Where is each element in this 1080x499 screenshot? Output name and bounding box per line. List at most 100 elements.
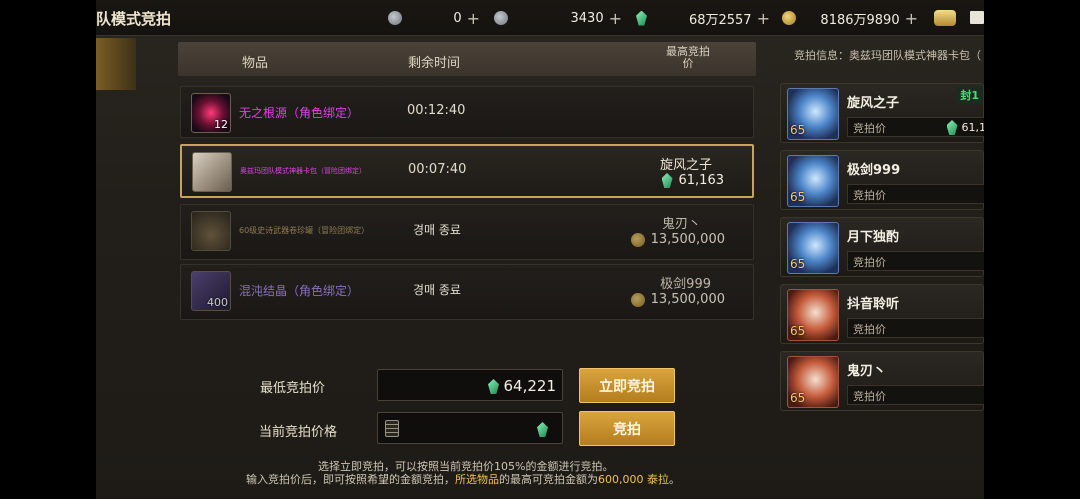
item-name: 60级史诗武器卷珍罐（冒险团绑定） [239,226,370,235]
add-currency-button[interactable]: + [905,9,918,28]
page-title: 队模式竞拍 [96,10,172,28]
avatar: 65 [787,289,839,341]
notice-text: 。 [668,473,680,486]
top-bid-amount: 13,500,000 [630,292,725,307]
notice-line-2: 输入竞拍价后，即可按照希望的金额竞拍，所选物品的最高可竞拍金额为600,000 … [246,471,680,487]
bid-field: 竞拍价 [847,385,984,405]
currency-value: 0 [453,10,462,26]
level-badge: 65 [790,324,806,338]
bid-amount-value: 13,500,000 [650,232,725,247]
notice-text: 输入竞拍价后，即可按照希望的金额竞拍， [246,473,455,486]
level-badge: 65 [790,123,806,137]
bid-field-label: 竞拍价 [853,122,886,135]
time-remaining: 경매 종료 [413,283,461,297]
bidder-name: 月下独酌 [847,230,900,245]
bid-amount-input[interactable] [377,412,563,444]
top-bid-amount: 13,500,000 [630,232,725,247]
top-bidder-name: 鬼刃丶 [661,217,701,232]
auction-row[interactable]: 60级史诗武器卷珍罐（冒险团绑定） 경매 종료 鬼刃丶 13,500,000 [180,204,754,260]
bid-info-title: 竞拍信息：奥兹玛团队模式神器卡包（ [794,49,981,62]
add-currency-button[interactable]: + [467,9,480,28]
bidder-name: 抖音聆听 [847,297,900,312]
bid-field-value: 61,1 [946,120,985,135]
green-gem-icon [636,10,647,26]
add-currency-button[interactable]: + [757,9,770,28]
bidder-card: 65 抖音聆听 竞拍价 [780,284,984,344]
level-badge: 65 [790,257,806,271]
green-gem-icon [537,422,548,437]
green-gem-icon [488,379,499,394]
bid-field: 竞拍价 [847,318,984,338]
bid-amount-value: 13,500,000 [650,292,725,307]
item-quantity: 12 [214,118,228,131]
auction-row-selected[interactable]: 奥兹玛团队模式神器卡包（冒险团绑定） 00:07:40 旋风之子 61,163 [180,144,754,198]
silver-c-coin-icon [494,11,508,25]
gold-coin-icon [782,11,796,25]
auction-list: 物品 剩余时间 最高竞拍 价 12 无之根源（角色绑定） 00:12:40 奥兹… [178,42,756,322]
time-remaining: 00:07:40 [408,162,467,177]
top-bidder-name: 旋风之子 [659,158,712,173]
calculator-icon[interactable] [385,420,399,437]
current-bid-label: 当前竞拍价格 [259,425,338,440]
item-name: 无之根源（角色绑定） [239,106,360,120]
bidder-card: 65 鬼刃丶 竞拍价 [780,351,984,411]
avatar: 65 [787,222,839,274]
avatar: 65 [787,356,839,408]
bid-field-label: 竞拍价 [853,256,886,269]
bid-button[interactable]: 竞拍 [579,411,675,446]
add-currency-button[interactable]: + [609,9,622,28]
auction-row[interactable]: 400 混沌结晶（角色绑定） 경매 종료 极剑999 13,500,000 [180,264,754,320]
min-bid-display: 64,221 [377,369,563,401]
currency-value: 3430 [570,10,604,26]
bid-field: 竞拍价 [847,184,984,204]
currency-silver-1: 0 + [388,8,480,28]
bidder-name: 极剑999 [847,163,901,178]
bidder-card: 65 极剑999 竞拍价 [780,150,984,210]
notice-text: 的最高可竞拍金额为 [499,473,598,486]
currency-value: 68万2557 [688,12,752,28]
avatar: 65 [787,88,839,140]
bidder-card: 65 旋风之子 封1 竞拍价 61,1 [780,83,984,143]
side-tab-accent [96,38,136,90]
green-gem-icon [946,120,958,135]
silver-c-coin-icon [388,11,402,25]
top-bid-amount: 61,163 [661,173,724,188]
min-bid-label: 最低竞拍价 [260,381,326,396]
avatar: 65 [787,155,839,207]
bid-field-label: 竞拍价 [853,390,886,403]
item-icon: 12 [191,93,231,133]
status-badge: 封1 [956,86,983,104]
column-top-bid: 最高竞拍 价 [666,45,710,70]
item-icon [192,152,232,192]
currency-value: 8186万9890 [820,12,900,28]
bid-field-label: 竞拍价 [853,189,886,202]
bid-field: 竞拍价 61,1 [847,117,984,137]
bidder-name: 旋风之子 [847,96,900,111]
item-name: 混沌结晶（角色绑定） [239,284,360,298]
bidder-name: 鬼刃丶 [847,364,887,379]
column-item: 物品 [242,56,269,71]
buyout-button[interactable]: 立即竞拍 [579,368,675,403]
column-time: 剩余时间 [408,56,461,71]
top-bar: 队模式竞拍 0 + 3430 + 68万2557 + 8186万9890 + [96,0,984,36]
min-bid-value: 64,221 [503,377,557,395]
notice-highlight: 所选物品 [455,473,499,486]
top-bidder-name: 极剑999 [660,277,711,292]
currency-silver-2: 3430 + [494,8,622,28]
list-header: 物品 剩余时间 最高竞拍 价 [178,42,756,76]
currency-gold: 8186万9890 + [782,8,918,28]
gold-coin-icon [630,292,645,307]
item-quantity: 400 [207,296,228,309]
notice-highlight: 600,000 泰拉 [598,473,669,486]
level-badge: 65 [790,190,806,204]
time-remaining: 00:12:40 [407,103,466,118]
green-gem-icon [661,173,673,188]
bid-amount-value: 61,1 [961,121,985,134]
item-name: 奥兹玛团队模式神器卡包（冒险团绑定） [240,167,366,175]
auction-screen: 队模式竞拍 0 + 3430 + 68万2557 + 8186万9890 + 物… [96,0,984,499]
treasure-icon[interactable] [934,10,956,26]
mail-icon[interactable] [970,11,984,24]
auction-row[interactable]: 12 无之根源（角色绑定） 00:12:40 [180,86,754,138]
level-badge: 65 [790,391,806,405]
gold-coin-icon [630,232,645,247]
